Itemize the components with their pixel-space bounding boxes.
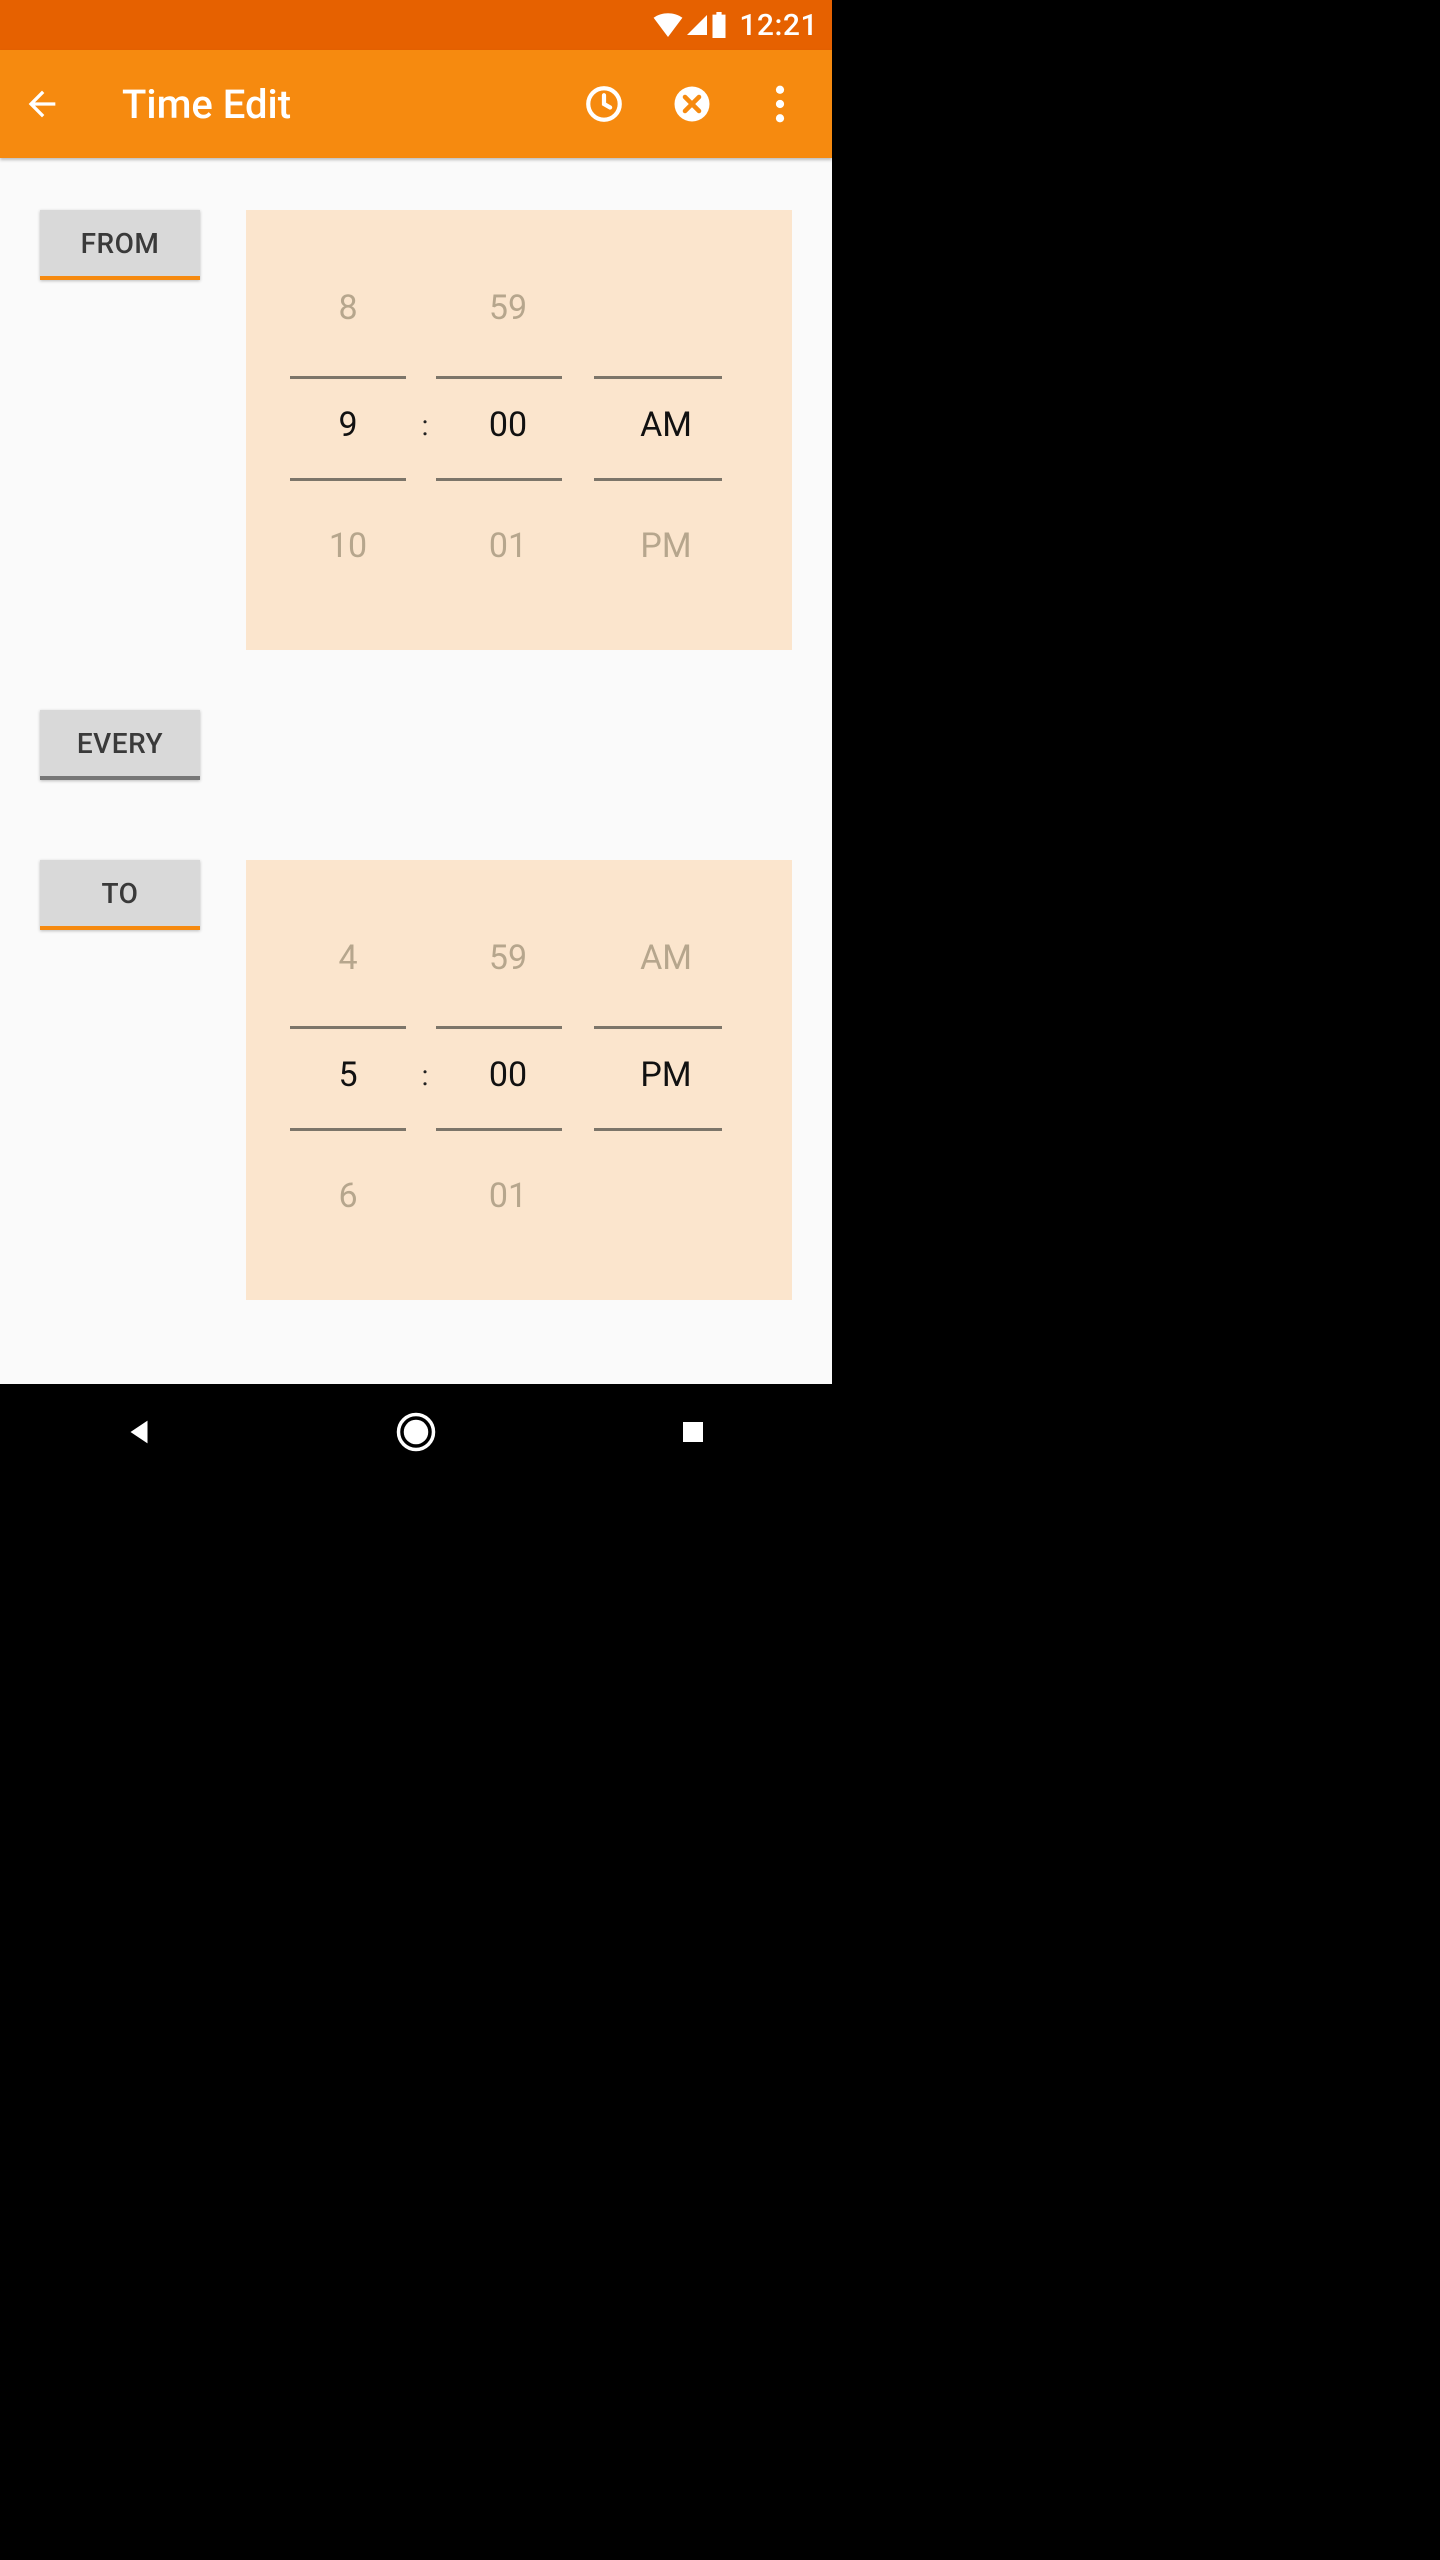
to-hour-prev[interactable]: 4: [278, 938, 418, 978]
clock-button[interactable]: [580, 80, 628, 128]
nav-back-button[interactable]: [109, 1402, 169, 1462]
from-time-picker[interactable]: 8 59 9 : 00 AM 10: [246, 210, 792, 650]
status-icons: [653, 12, 727, 38]
back-button[interactable]: [18, 80, 66, 128]
from-label-chip[interactable]: FROM: [40, 210, 200, 280]
appbar-actions: [580, 80, 814, 128]
every-row: EVERY: [40, 710, 792, 780]
from-row: FROM 8 59 9 : 00 AM: [40, 210, 792, 650]
content: FROM 8 59 9 : 00 AM: [0, 158, 832, 1384]
to-ampm-prev[interactable]: AM: [596, 938, 736, 978]
cell-signal-icon: [685, 13, 709, 37]
page-title: Time Edit: [122, 81, 291, 128]
to-min-next[interactable]: 01: [438, 1176, 578, 1216]
from-hour-next[interactable]: 10: [278, 526, 418, 566]
clock-icon: [583, 83, 625, 125]
to-ampm[interactable]: PM: [596, 1055, 736, 1095]
more-vert-icon: [775, 85, 785, 123]
overflow-menu-button[interactable]: [756, 80, 804, 128]
to-hour-next[interactable]: 6: [278, 1176, 418, 1216]
arrow-back-icon: [22, 84, 62, 124]
wifi-icon: [653, 13, 683, 37]
to-min-prev[interactable]: 59: [438, 938, 578, 978]
screen: 12:21 Time Edit FROM 8: [0, 0, 832, 1480]
status-bar: 12:21: [0, 0, 832, 50]
from-colon: :: [418, 409, 432, 442]
battery-icon: [711, 12, 727, 38]
nav-back-icon: [122, 1415, 156, 1449]
nav-bar: [0, 1384, 832, 1480]
from-min-prev[interactable]: 59: [438, 288, 578, 328]
to-hour[interactable]: 5: [278, 1055, 418, 1095]
from-min[interactable]: 00: [438, 405, 578, 445]
to-time-picker[interactable]: 4 59 AM 5 : 00 PM 6: [246, 860, 792, 1300]
from-hour-prev[interactable]: 8: [278, 288, 418, 328]
to-min[interactable]: 00: [438, 1055, 578, 1095]
from-hour[interactable]: 9: [278, 405, 418, 445]
app-bar: Time Edit: [0, 50, 832, 158]
nav-recents-icon: [678, 1417, 708, 1447]
to-colon: :: [418, 1059, 432, 1092]
to-label-chip[interactable]: TO: [40, 860, 200, 930]
status-time: 12:21: [739, 8, 818, 43]
nav-recents-button[interactable]: [663, 1402, 723, 1462]
from-ampm[interactable]: AM: [596, 405, 736, 445]
every-label-chip[interactable]: EVERY: [40, 710, 200, 780]
from-ampm-next[interactable]: PM: [596, 526, 736, 566]
from-min-next[interactable]: 01: [438, 526, 578, 566]
nav-home-button[interactable]: [386, 1402, 446, 1462]
nav-home-icon: [395, 1411, 437, 1453]
to-row: TO 4 59 AM 5 : 00 PM: [40, 860, 792, 1300]
close-circle-icon: [671, 83, 713, 125]
cancel-button[interactable]: [668, 80, 716, 128]
